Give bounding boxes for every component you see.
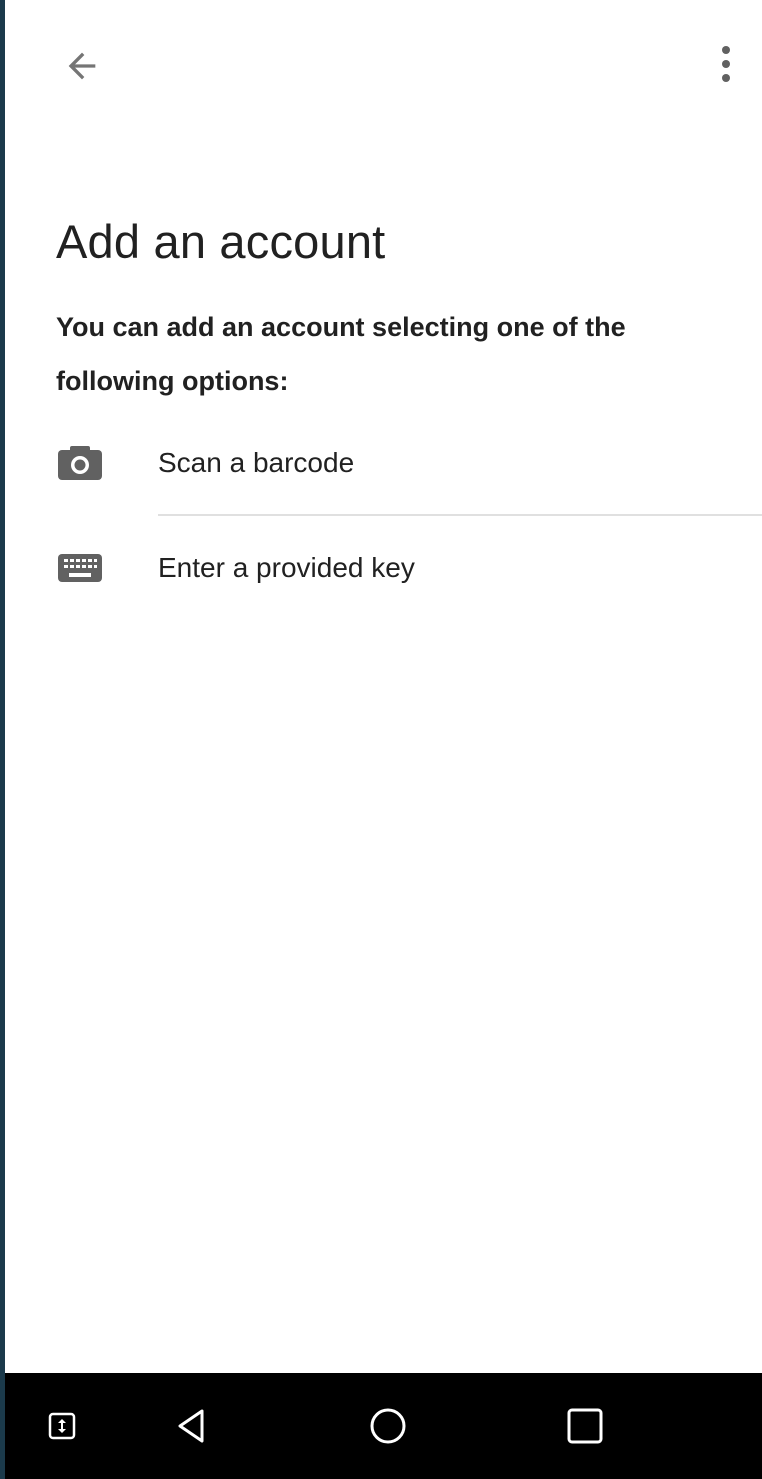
page-subtitle: You can add an account selecting one of …: [56, 312, 626, 396]
camera-icon: [56, 443, 104, 483]
more-vert-icon: [722, 46, 730, 82]
screen: Add an account You can add an account se…: [0, 0, 762, 1479]
scan-barcode-option[interactable]: Scan a barcode: [0, 411, 762, 515]
nav-back-icon: [178, 1409, 204, 1443]
keyboard-icon: [56, 548, 104, 588]
arrow-back-icon: [68, 52, 96, 80]
swap-vertical-icon: [48, 1412, 76, 1440]
option-label: Scan a barcode: [158, 447, 355, 478]
nav-home-icon: [370, 1408, 406, 1444]
back-button[interactable]: [56, 40, 108, 92]
swap-vertical-button[interactable]: [38, 1402, 86, 1450]
system-navigation-bar: [5, 1373, 762, 1479]
option-label: Enter a provided key: [158, 552, 415, 583]
enter-key-option[interactable]: Enter a provided key: [0, 516, 762, 620]
overflow-menu-button[interactable]: [704, 40, 748, 88]
page-title: Add an account: [56, 215, 386, 268]
nav-recents-icon: [567, 1408, 603, 1444]
nav-home-button[interactable]: [364, 1402, 412, 1450]
nav-back-button[interactable]: [168, 1402, 216, 1450]
nav-recents-button[interactable]: [561, 1402, 609, 1450]
left-edge-strip: [0, 0, 5, 1479]
